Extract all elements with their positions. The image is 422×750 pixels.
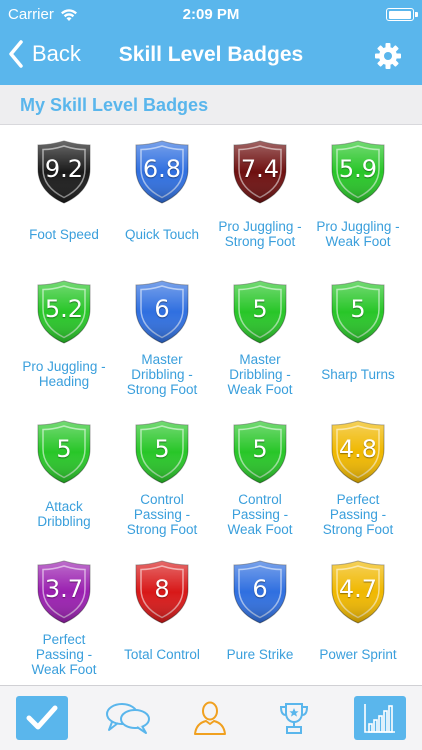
badge-score: 4.7 [338,575,378,603]
badge-score: 5 [154,435,170,463]
shield-badge-icon: 3.7 [36,559,92,625]
tab-bar [0,685,422,750]
badge-item[interactable]: 6.8 Quick Touch [113,125,211,265]
shield-badge-icon: 5 [36,419,92,485]
badge-score: 4.8 [338,435,378,463]
shield-badge-icon: 4.8 [330,419,386,485]
badge-item[interactable]: 7.4 Pro Juggling - Strong Foot [211,125,309,265]
badge-label: Perfect Passing - Strong Foot [322,491,394,537]
shield-badge-icon: 5.2 [36,279,92,345]
badge-score: 6 [252,575,268,603]
badge-score: 6.8 [142,155,182,183]
tab-stats[interactable] [354,696,406,740]
badge-item[interactable]: 5 Attack Dribbling [15,405,113,545]
person-icon [194,701,226,735]
shield-badge-icon: 6 [134,279,190,345]
badge-score: 5 [252,435,268,463]
navigation-bar: Back Skill Level Badges [0,30,422,85]
shield-badge-icon: 6.8 [134,139,190,205]
status-time: 2:09 PM [182,6,240,23]
badge-item[interactable]: 5 Master Dribbling - Weak Foot [211,265,309,405]
shield-badge-icon: 5.9 [330,139,386,205]
badge-label: Master Dribbling - Strong Foot [126,351,198,397]
shield-badge-icon: 5 [134,419,190,485]
shield-badge-icon: 7.4 [232,139,288,205]
badge-item[interactable]: 5 Control Passing - Weak Foot [211,405,309,545]
shield-badge-icon: 5 [232,419,288,485]
tab-profile[interactable] [184,696,236,740]
shield-badge-icon: 8 [134,559,190,625]
badge-label: Master Dribbling - Weak Foot [227,351,293,397]
badge-label: Quick Touch [124,226,200,242]
chat-bubbles-icon [106,703,150,734]
checkmark-icon [26,705,58,730]
badge-item[interactable]: 5.2 Pro Juggling - Heading [15,265,113,405]
badge-score: 5.2 [44,295,84,323]
badge-item[interactable]: 9.2 Foot Speed [15,125,113,265]
badge-item[interactable]: 6 Master Dribbling - Strong Foot [113,265,211,405]
shield-badge-icon: 4.7 [330,559,386,625]
badge-label: Pro Juggling - Heading [22,359,106,389]
badge-label: Control Passing - Weak Foot [227,491,293,537]
badge-item[interactable]: 5 Sharp Turns [309,265,407,405]
tab-trophy[interactable] [268,696,320,740]
badge-item[interactable]: 6 Pure Strike [211,545,309,685]
shield-badge-icon: 5 [330,279,386,345]
tab-checkmark[interactable] [16,696,68,740]
badge-item[interactable]: 4.7 Power Sprint [309,545,407,685]
badge-item[interactable]: 3.7 Perfect Passing - Weak Foot [15,545,113,685]
page-title: Skill Level Badges [118,43,304,66]
badge-score: 6 [154,295,170,323]
badge-grid: 9.2 Foot Speed 6.8 Quick Touch 7.4 Pro Juggli… [15,125,407,685]
badge-label: Power Sprint [319,646,397,662]
shield-badge-icon: 9.2 [36,139,92,205]
badge-score: 5.9 [338,155,378,183]
badge-score: 9.2 [44,155,84,183]
battery-icon [386,8,418,21]
badge-score: 7.4 [240,155,280,183]
badge-item[interactable]: 5.9 Pro Juggling - Weak Foot [309,125,407,265]
gear-icon[interactable] [374,42,402,70]
badge-label: Control Passing - Strong Foot [126,491,198,537]
badge-score: 3.7 [44,575,84,603]
badge-score: 5 [56,435,72,463]
shield-badge-icon: 6 [232,559,288,625]
shield-badge-icon: 5 [232,279,288,345]
badge-label: Perfect Passing - Weak Foot [31,631,97,677]
badge-score: 8 [154,575,170,603]
badge-label: Sharp Turns [321,366,395,382]
badge-label: Foot Speed [29,226,99,242]
badge-label: Pure Strike [226,646,294,662]
section-title: My Skill Level Badges [20,95,209,115]
badge-label: Pro Juggling - Strong Foot [218,219,302,249]
badge-item[interactable]: 4.8 Perfect Passing - Strong Foot [309,405,407,545]
badge-item[interactable]: 8 Total Control [113,545,211,685]
badge-score: 5 [350,295,366,323]
badge-label: Pro Juggling - Weak Foot [316,219,400,249]
badge-label: Attack Dribbling [37,499,91,529]
section-header: My Skill Level Badges [0,85,422,125]
badge-score: 5 [252,295,268,323]
badge-label: Total Control [124,646,200,662]
bar-chart-icon [364,704,395,733]
tab-chat[interactable] [102,696,154,740]
badge-item[interactable]: 5 Control Passing - Strong Foot [113,405,211,545]
status-bar: Carrier 2:09 PM [0,0,422,30]
trophy-icon [279,703,309,734]
